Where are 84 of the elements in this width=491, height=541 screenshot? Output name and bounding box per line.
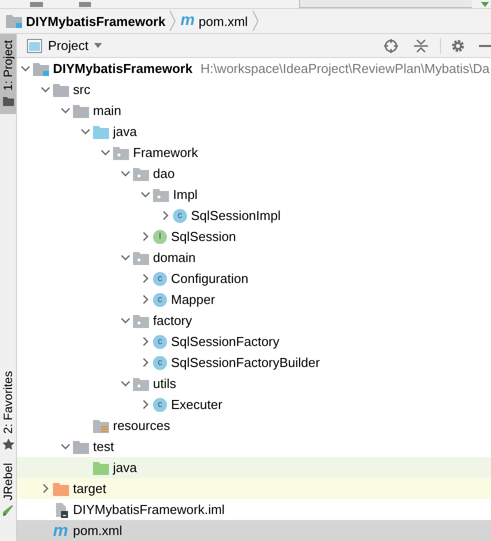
collapse-all-icon[interactable]	[414, 38, 428, 52]
maven-icon: m	[180, 14, 195, 28]
folder-icon	[73, 440, 89, 454]
class-icon: c	[153, 398, 167, 412]
module-file-icon	[53, 502, 69, 518]
class-icon: c	[153, 334, 167, 348]
locate-icon[interactable]	[384, 38, 398, 52]
class-icon: c	[173, 208, 187, 222]
side-tab[interactable]: 2: Favorites	[0, 364, 16, 457]
tree-item[interactable]: c Executer	[17, 394, 491, 415]
toolbar-icon[interactable]	[79, 2, 93, 8]
chevron-right-icon[interactable]	[140, 232, 150, 241]
package-folder-icon	[153, 188, 169, 202]
tree-item[interactable]: domain	[17, 247, 491, 268]
folder-icon	[2, 94, 14, 108]
tree-item[interactable]: DIYMybatisFramework.iml	[17, 499, 491, 520]
chevron-right-icon[interactable]	[140, 295, 150, 304]
maven-icon: m	[53, 524, 69, 538]
chevron-down-icon[interactable]	[100, 148, 110, 157]
view-selector[interactable]: Project	[48, 38, 88, 53]
settings-icon[interactable]	[451, 38, 465, 52]
breadcrumb-item[interactable]: DIYMybatisFramework	[26, 14, 166, 28]
test-folder-icon	[93, 460, 109, 474]
package-folder-icon	[133, 166, 149, 180]
chevron-separator-icon	[169, 10, 176, 32]
tree-item[interactable]: resources	[17, 415, 491, 436]
chevron-down-icon[interactable]	[120, 379, 130, 388]
side-tab[interactable]: 1: Project	[0, 34, 16, 114]
package-folder-icon	[133, 250, 149, 264]
tree-item[interactable]: Framework	[17, 142, 491, 163]
class-icon: c	[153, 292, 167, 306]
package-folder-icon	[133, 314, 149, 328]
dropdown-caret-icon[interactable]	[94, 42, 104, 48]
tree-item[interactable]: Impl	[17, 184, 491, 205]
chevron-down-icon[interactable]	[120, 169, 130, 178]
tree-item[interactable]: test	[17, 436, 491, 457]
chevron-down-icon[interactable]	[80, 127, 90, 136]
chevron-down-icon[interactable]	[60, 442, 70, 451]
project-view-icon	[27, 38, 42, 52]
star-icon	[2, 438, 14, 451]
tree-item[interactable]: DIYMybatisFramework H:\workspace\IdeaProject\ReviewPlan\Mybatis\Da	[17, 58, 491, 79]
chevron-right-icon[interactable]	[140, 358, 150, 367]
tree-item[interactable]: dao	[17, 163, 491, 184]
tree-item[interactable]: utils	[17, 373, 491, 394]
class-icon: c	[153, 356, 167, 370]
path-label: H:\workspace\IdeaProject\ReviewPlan\Mybatis\Da	[200, 61, 490, 76]
excluded-folder-icon	[53, 482, 69, 496]
chevron-right-icon[interactable]	[160, 211, 170, 220]
chevron-right-icon[interactable]	[140, 400, 150, 409]
resources-folder-icon	[93, 418, 109, 432]
chevron-right-icon[interactable]	[140, 337, 150, 346]
tree-item[interactable]: c Mapper	[17, 289, 491, 310]
chevron-down-icon[interactable]	[60, 106, 70, 115]
tree-item[interactable]: src	[17, 79, 491, 100]
module-folder-icon	[6, 14, 22, 28]
tree-item[interactable]: factory	[17, 310, 491, 331]
package-folder-icon	[113, 146, 129, 160]
breadcrumb-item[interactable]: pom.xml	[198, 14, 248, 28]
tree-item[interactable]: java	[17, 121, 491, 142]
chevron-separator-icon	[252, 10, 259, 32]
tree-item[interactable]: main	[17, 100, 491, 121]
chevron-right-icon[interactable]	[140, 274, 150, 283]
chevron-right-icon[interactable]	[40, 484, 50, 493]
chevron-down-icon[interactable]	[20, 64, 30, 73]
class-icon: c	[153, 272, 167, 286]
tree-item[interactable]: c Configuration	[17, 268, 491, 289]
package-folder-icon	[133, 376, 149, 390]
side-tab[interactable]: JRebel	[0, 456, 16, 523]
chevron-down-icon[interactable]	[140, 190, 150, 199]
tree-item[interactable]: c SqlSessionFactoryBuilder	[17, 352, 491, 373]
chevron-down-icon[interactable]	[40, 85, 50, 94]
source-folder-icon	[93, 124, 109, 138]
interface-icon: I	[153, 230, 167, 244]
tree-item[interactable]: m pom.xml	[17, 520, 491, 541]
tree-item[interactable]: target	[17, 478, 491, 499]
tree-item[interactable]: java	[17, 457, 491, 478]
chevron-down-icon[interactable]	[120, 253, 130, 262]
chevron-down-icon[interactable]	[120, 316, 130, 325]
module-folder-icon	[33, 62, 49, 76]
folder-icon	[53, 82, 69, 96]
folder-icon	[73, 104, 89, 118]
tree-item[interactable]: c SqlSessionFactory	[17, 331, 491, 352]
tree-item[interactable]: I SqlSession	[17, 226, 491, 247]
tree-item[interactable]: c SqlSessionImpl	[17, 205, 491, 226]
